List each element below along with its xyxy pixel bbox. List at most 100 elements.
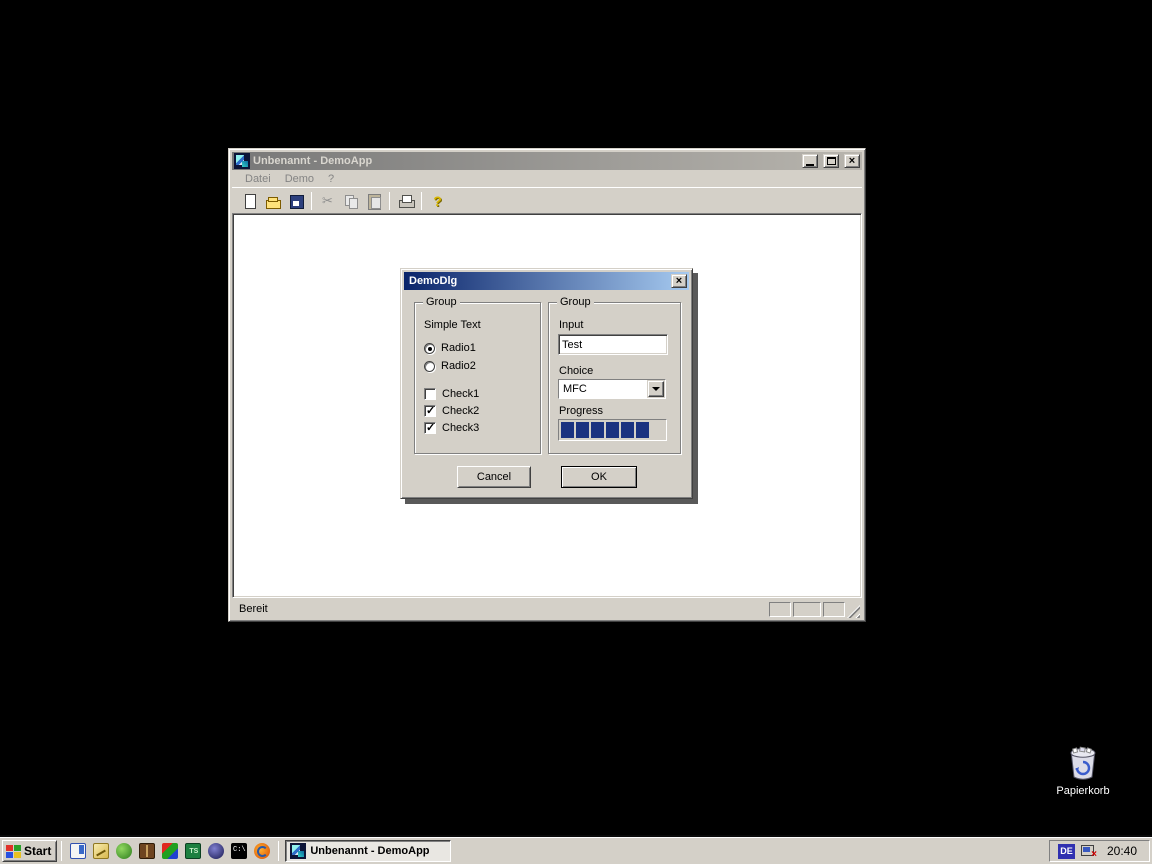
- statusbar-pane-3: [823, 602, 845, 617]
- demo-dialog: DemoDlg × Group Simple Text Radio1 Radio…: [400, 268, 693, 499]
- green-creature-icon[interactable]: [116, 843, 132, 859]
- toolbar-separator: [389, 192, 390, 210]
- group-left: Group Simple Text Radio1 Radio2 ✓ Check1…: [414, 302, 541, 454]
- system-tray: DE × 20:40: [1049, 840, 1150, 862]
- close-icon: ×: [849, 156, 855, 167]
- minimize-button[interactable]: [802, 154, 818, 168]
- group-right-title: Group: [557, 296, 594, 308]
- choice-value: MFC: [559, 380, 647, 398]
- dialog-close-icon: ×: [676, 276, 682, 287]
- cut-icon: [320, 193, 336, 209]
- menu-item-demo[interactable]: Demo: [278, 172, 321, 186]
- new-document-icon: [242, 193, 258, 209]
- resize-grip[interactable]: [847, 605, 860, 618]
- menu-item-help[interactable]: ?: [321, 172, 341, 186]
- toolbar-separator: [311, 192, 312, 210]
- firefox-icon[interactable]: [254, 843, 270, 859]
- progress-segment: [576, 422, 589, 438]
- help-button[interactable]: [426, 190, 449, 212]
- cancel-button[interactable]: Cancel: [457, 466, 531, 488]
- open-folder-icon: [265, 193, 281, 209]
- maximize-icon: [827, 157, 836, 165]
- paste-button[interactable]: [362, 190, 385, 212]
- help-icon: [430, 193, 446, 209]
- cut-button[interactable]: [316, 190, 339, 212]
- progress-segment: [591, 422, 604, 438]
- check3[interactable]: ✓ Check3: [424, 422, 479, 434]
- purple-globe-icon[interactable]: [208, 843, 224, 859]
- open-folder-button[interactable]: [261, 190, 284, 212]
- statusbar: Bereit: [232, 598, 862, 618]
- progress-segment: [561, 422, 574, 438]
- minimize-icon: [806, 164, 814, 166]
- progress-segment: [636, 422, 649, 438]
- start-button[interactable]: Start: [2, 840, 57, 862]
- window-titlebar[interactable]: Unbenannt - DemoApp ×: [232, 152, 862, 170]
- simple-text-label: Simple Text: [424, 319, 481, 331]
- window-title: Unbenannt - DemoApp: [253, 155, 799, 167]
- statusbar-pane-2: [793, 602, 821, 617]
- check3-label: Check3: [442, 422, 479, 434]
- progress-bar: [558, 419, 667, 441]
- close-button[interactable]: ×: [844, 154, 860, 168]
- taskbar-divider: [61, 841, 62, 861]
- quick-launch: C:\: [66, 843, 274, 859]
- combo-dropdown-button[interactable]: [648, 381, 664, 397]
- toolbar: [232, 187, 862, 213]
- check2-box[interactable]: ✓: [424, 405, 436, 417]
- toolbar-separator: [421, 192, 422, 210]
- dialog-titlebar[interactable]: DemoDlg ×: [404, 272, 689, 290]
- print-icon: [398, 193, 414, 209]
- keyboard-layout-indicator[interactable]: DE: [1058, 844, 1075, 859]
- print-button[interactable]: [394, 190, 417, 212]
- dialog-title: DemoDlg: [409, 275, 671, 287]
- menu-item-datei[interactable]: Datei: [238, 172, 278, 186]
- terminal-ts-icon[interactable]: [185, 843, 201, 859]
- recycle-bin-label: Papierkorb: [1045, 785, 1121, 797]
- choice-label: Choice: [559, 365, 593, 377]
- windows-logo-icon: [6, 845, 21, 858]
- check2[interactable]: ✓ Check2: [424, 405, 479, 417]
- taskbar: Start C:\ Unbenannt - DemoApp DE × 20:40: [0, 837, 1152, 864]
- recycle-bin[interactable]: Papierkorb: [1045, 746, 1121, 797]
- progress-segment: [606, 422, 619, 438]
- input-label: Input: [559, 319, 583, 331]
- copy-button[interactable]: [339, 190, 362, 212]
- write-pen-icon[interactable]: [93, 843, 109, 859]
- new-document-button[interactable]: [238, 190, 261, 212]
- dialog-close-button[interactable]: ×: [671, 274, 687, 288]
- radio2[interactable]: Radio2: [424, 360, 476, 372]
- radio2-circle[interactable]: [424, 361, 435, 372]
- check3-box[interactable]: ✓: [424, 422, 436, 434]
- radio1-circle[interactable]: [424, 343, 435, 354]
- desktop: { "colors": { "desktop_background": "#00…: [0, 0, 1152, 864]
- check2-label: Check2: [442, 405, 479, 417]
- choice-combobox[interactable]: MFC: [558, 379, 666, 399]
- menubar: Datei Demo ?: [232, 170, 862, 187]
- status-text: Bereit: [239, 603, 767, 615]
- group-left-title: Group: [423, 296, 460, 308]
- input-field[interactable]: [558, 334, 668, 355]
- colorful-logo-icon[interactable]: [162, 843, 178, 859]
- show-desktop-icon[interactable]: [70, 843, 86, 859]
- ok-button[interactable]: OK: [561, 466, 637, 488]
- radio1[interactable]: Radio1: [424, 342, 476, 354]
- check1-box[interactable]: ✓: [424, 388, 436, 400]
- taskbar-divider: [278, 841, 279, 861]
- save-icon: [288, 193, 304, 209]
- statusbar-pane-1: [769, 602, 791, 617]
- task-button-demoapp[interactable]: Unbenannt - DemoApp: [285, 840, 451, 862]
- save-button[interactable]: [284, 190, 307, 212]
- progress-label: Progress: [559, 405, 603, 417]
- app-icon: [234, 153, 250, 169]
- network-disconnected-icon[interactable]: ×: [1080, 844, 1096, 858]
- maximize-button[interactable]: [823, 154, 839, 168]
- book-icon[interactable]: [139, 843, 155, 859]
- task-button-label: Unbenannt - DemoApp: [310, 845, 429, 857]
- paste-icon: [366, 193, 382, 209]
- tray-clock[interactable]: 20:40: [1101, 844, 1141, 858]
- check1[interactable]: ✓ Check1: [424, 388, 479, 400]
- group-right: Group Input Choice MFC Progress: [548, 302, 681, 454]
- copy-icon: [343, 193, 359, 209]
- command-prompt-icon[interactable]: C:\: [231, 843, 247, 859]
